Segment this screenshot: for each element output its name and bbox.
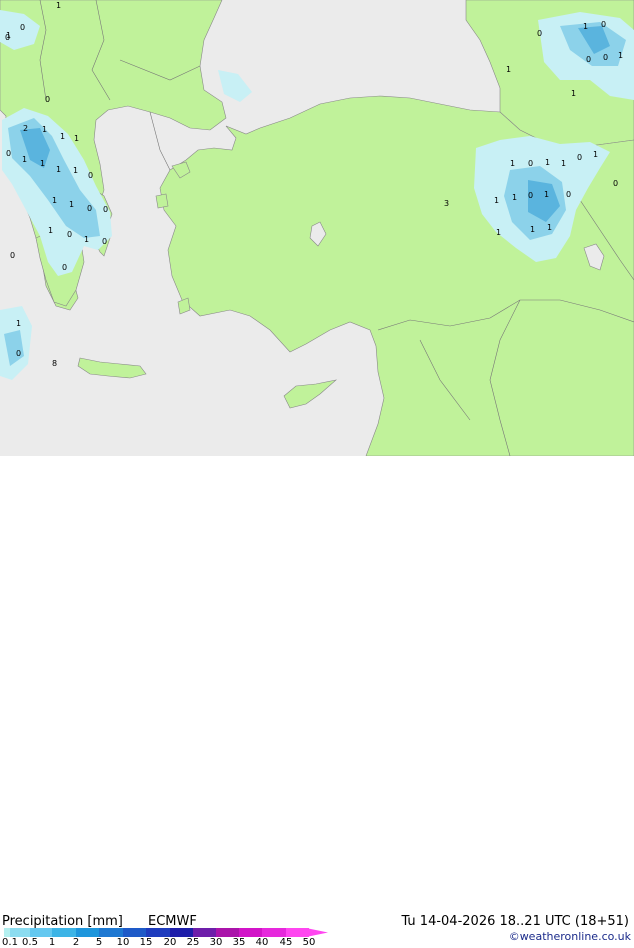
map-value-label: 0 xyxy=(103,205,108,214)
map-value-label: 0 xyxy=(45,95,50,104)
map-value-label: 1 xyxy=(52,196,57,205)
legend-swatch xyxy=(123,928,146,937)
map-value-label: 1 xyxy=(512,193,517,202)
map-value-label: 0 xyxy=(20,23,25,32)
legend-tick-label: 20 xyxy=(163,937,177,948)
map-value-label: 1 xyxy=(73,166,78,175)
map-value-label: 0 xyxy=(586,55,591,64)
map-value-label: 0 xyxy=(62,263,67,272)
valid-time: Tu 14-04-2026 18..21 UTC (18+51) xyxy=(401,914,629,929)
map-value-label: 1 xyxy=(496,228,501,237)
map-value-label: 0 xyxy=(87,204,92,213)
map-value-label: 2 xyxy=(23,124,28,133)
legend-swatch xyxy=(76,928,99,937)
map-value-label: 1 xyxy=(544,190,549,199)
map-value-label: 1 xyxy=(545,158,550,167)
map-value-label: 1 xyxy=(22,155,27,164)
legend-swatch xyxy=(146,928,170,937)
map-value-label: 0 xyxy=(566,190,571,199)
map-value-label: 1 xyxy=(60,132,65,141)
legend-tick-label: 2 xyxy=(72,937,80,948)
legend-tick-label: 40 xyxy=(255,937,269,948)
legend-swatch xyxy=(239,928,262,937)
map-value-label: 0 xyxy=(102,237,107,246)
map-value-label: 0 xyxy=(6,149,11,158)
legend-tick-label: 0.1 xyxy=(2,937,18,948)
legend-tick-label: 0.5 xyxy=(22,937,38,948)
map-value-label: 1 xyxy=(618,51,623,60)
map-value-label: 1 xyxy=(48,226,53,235)
legend-swatch xyxy=(10,928,30,937)
map-value-label: 1 xyxy=(40,159,45,168)
legend-tick-label: 25 xyxy=(186,937,200,948)
map-value-label: 1 xyxy=(69,200,74,209)
legend-tick-label: 45 xyxy=(279,937,293,948)
map-value-label: 1 xyxy=(84,235,89,244)
map-value-label: 0 xyxy=(537,29,542,38)
legend-swatch xyxy=(193,928,216,937)
precipitation-map: 1001021110111011100101000108100100111011… xyxy=(0,0,634,457)
map-value-label: 0 xyxy=(10,251,15,260)
map-value-label: 0 xyxy=(16,349,21,358)
map-value-label: 1 xyxy=(547,223,552,232)
footer: Precipitation [mm] ECMWF Tu 14-04-2026 1… xyxy=(0,456,634,948)
map-value-label: 3 xyxy=(444,199,449,208)
map-value-label: 8 xyxy=(52,359,57,368)
map-value-label: 1 xyxy=(16,319,21,328)
map-value-label: 1 xyxy=(593,150,598,159)
legend-title: Precipitation [mm] xyxy=(2,914,123,929)
chios-land xyxy=(155,193,169,209)
legend-tick-label: 35 xyxy=(232,937,246,948)
map-value-label: 1 xyxy=(6,31,11,40)
legend-tick-label: 50 xyxy=(302,937,316,948)
legend-tick-label: 1 xyxy=(48,937,56,948)
map-value-label: 0 xyxy=(613,179,618,188)
map-value-label: 0 xyxy=(528,191,533,200)
legend-swatch xyxy=(216,928,239,937)
map-value-label: 0 xyxy=(88,171,93,180)
credit: ©weatheronline.co.uk xyxy=(508,930,631,943)
map-value-label: 0 xyxy=(577,153,582,162)
legend-tick-label: 15 xyxy=(139,937,153,948)
map-value-label: 1 xyxy=(74,134,79,143)
map-value-label: 1 xyxy=(510,159,515,168)
map-value-label: 1 xyxy=(506,65,511,74)
model-name: ECMWF xyxy=(148,914,197,929)
legend-swatch xyxy=(52,928,76,937)
map-value-label: 1 xyxy=(583,22,588,31)
legend-swatch xyxy=(262,928,286,937)
map-value-label: 1 xyxy=(56,165,61,174)
legend-swatch xyxy=(30,928,52,937)
map-value-label: 0 xyxy=(603,53,608,62)
map-value-label: 1 xyxy=(571,89,576,98)
map-value-label: 0 xyxy=(67,230,72,239)
legend-tick-label: 10 xyxy=(116,937,130,948)
map-value-label: 1 xyxy=(494,196,499,205)
map-value-label: 1 xyxy=(42,125,47,134)
map-value-label: 0 xyxy=(528,159,533,168)
map-value-label: 1 xyxy=(530,225,535,234)
map-value-label: 1 xyxy=(561,159,566,168)
legend-swatch xyxy=(99,928,123,937)
map-value-label: 1 xyxy=(56,1,61,10)
legend-tick-label: 5 xyxy=(95,937,103,948)
map-value-label: 0 xyxy=(601,20,606,29)
legend-swatch xyxy=(170,928,193,937)
legend-arrow-icon xyxy=(306,928,328,937)
legend-tick-label: 30 xyxy=(209,937,223,948)
